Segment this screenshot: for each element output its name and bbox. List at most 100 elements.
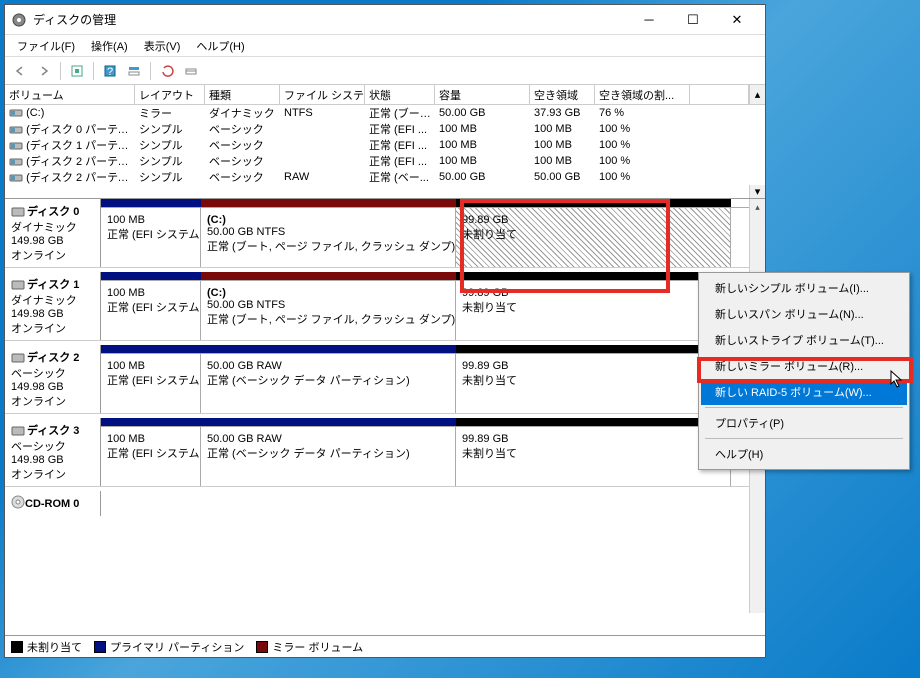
col-status[interactable]: 状態: [365, 85, 435, 104]
graphical-view: ディスク 0 ダイナミック 149.98 GB オンライン100 MB正常 (E…: [5, 199, 765, 635]
volume-layout: シンプル: [135, 169, 205, 185]
col-capacity[interactable]: 容量: [435, 85, 530, 104]
volume-capacity: 50.00 GB: [435, 171, 530, 183]
partition[interactable]: 50.00 GB RAW正常 (ベーシック データ パーティション): [201, 427, 456, 486]
partition[interactable]: 99.89 GB未割り当て: [456, 427, 731, 486]
partition-desc: 正常 (ベーシック データ パーティション): [207, 372, 449, 388]
partition-desc: 未割り当て: [462, 226, 724, 242]
disk-name: ディスク 2: [27, 352, 79, 364]
partition-size: 50.00 GB RAW: [207, 433, 449, 445]
volume-free: 50.00 GB: [530, 171, 595, 183]
disk-icon: [11, 351, 25, 365]
col-free-pct[interactable]: 空き領域の割...: [595, 85, 690, 104]
partition-desc: 正常 (EFI システム /: [107, 226, 194, 242]
partition-desc: 正常 (EFI システム /: [107, 372, 194, 388]
volume-status: 正常 (EFI ...: [365, 137, 435, 153]
partition[interactable]: 99.89 GB未割り当て: [456, 208, 731, 267]
show-hide-button[interactable]: [66, 60, 88, 82]
legend-mirror-swatch: [256, 641, 268, 653]
maximize-button[interactable]: ☐: [671, 6, 715, 34]
volume-status: 正常 (ブート...: [365, 105, 435, 121]
menu-help[interactable]: ヘルプ(H): [188, 36, 252, 56]
menu-new-span-volume[interactable]: 新しいスパン ボリューム(N)...: [701, 301, 907, 327]
disk-info[interactable]: ディスク 1 ダイナミック 149.98 GB オンライン: [5, 272, 101, 340]
view-top-button[interactable]: [123, 60, 145, 82]
back-button[interactable]: [9, 60, 31, 82]
volume-name: (ディスク 2 パーティシ...: [26, 172, 135, 184]
partition[interactable]: (C:)50.00 GB NTFS正常 (ブート, ページ ファイル, クラッシ…: [201, 208, 456, 267]
col-layout[interactable]: レイアウト: [135, 85, 205, 104]
partition-desc: 正常 (ベーシック データ パーティション): [207, 445, 449, 461]
volume-pct: 100 %: [595, 123, 690, 135]
volume-type: ダイナミック: [205, 105, 280, 121]
partition-desc: 正常 (ブート, ページ ファイル, クラッシュ ダンプ): [207, 238, 449, 254]
partition-size: 50.00 GB NTFS: [207, 299, 449, 311]
col-free[interactable]: 空き領域: [530, 85, 595, 104]
disk-row: ディスク 0 ダイナミック 149.98 GB オンライン100 MB正常 (E…: [5, 199, 765, 268]
disk-status: オンライン: [11, 393, 94, 409]
volume-row[interactable]: (ディスク 0 パーティシ... シンプル ベーシック 正常 (EFI ... …: [5, 121, 765, 137]
partition[interactable]: 50.00 GB RAW正常 (ベーシック データ パーティション): [201, 354, 456, 413]
context-menu: 新しいシンプル ボリューム(I)... 新しいスパン ボリューム(N)... 新…: [698, 272, 910, 470]
disk-info[interactable]: ディスク 0 ダイナミック 149.98 GB オンライン: [5, 199, 101, 267]
close-button[interactable]: ✕: [715, 6, 759, 34]
volume-row[interactable]: (ディスク 2 パーティシ... シンプル ベーシック RAW 正常 (ベー..…: [5, 169, 765, 185]
disk-info[interactable]: ディスク 2 ベーシック 149.98 GB オンライン: [5, 345, 101, 413]
volume-pct: 100 %: [595, 139, 690, 151]
partition-desc: 未割り当て: [462, 445, 724, 461]
legend-mirror-label: ミラー ボリューム: [272, 639, 363, 655]
menu-new-stripe-volume[interactable]: 新しいストライプ ボリューム(T)...: [701, 327, 907, 353]
disk-name: ディスク 0: [27, 206, 79, 218]
disk-status: オンライン: [11, 320, 94, 336]
scroll-up-icon[interactable]: ▴: [749, 85, 765, 104]
help-button[interactable]: ?: [99, 60, 121, 82]
volume-status: 正常 (EFI ...: [365, 121, 435, 137]
menu-file[interactable]: ファイル(F): [9, 36, 83, 56]
col-type[interactable]: 種類: [205, 85, 280, 104]
disk-icon: [11, 424, 25, 438]
menu-help[interactable]: ヘルプ(H): [701, 441, 907, 467]
volume-type: ベーシック: [205, 121, 280, 137]
col-filesystem[interactable]: ファイル システム: [280, 85, 365, 104]
partition[interactable]: (C:)50.00 GB NTFS正常 (ブート, ページ ファイル, クラッシ…: [201, 281, 456, 340]
volume-icon: [9, 140, 23, 152]
disk-info[interactable]: ディスク 3 ベーシック 149.98 GB オンライン: [5, 418, 101, 486]
volume-row[interactable]: (ディスク 2 パーティシ... シンプル ベーシック 正常 (EFI ... …: [5, 153, 765, 169]
scroll-down-icon[interactable]: ▾: [749, 185, 765, 198]
menu-properties[interactable]: プロパティ(P): [701, 410, 907, 436]
refresh-button[interactable]: [156, 60, 178, 82]
forward-button[interactable]: [33, 60, 55, 82]
legend-unallocated-swatch: [11, 641, 23, 653]
partition-size: 100 MB: [107, 214, 194, 226]
volume-free: 100 MB: [530, 155, 595, 167]
partition[interactable]: 100 MB正常 (EFI システム /: [101, 281, 201, 340]
partition-size: 99.89 GB: [462, 214, 724, 226]
volume-row[interactable]: (ディスク 1 パーティシ... シンプル ベーシック 正常 (EFI ... …: [5, 137, 765, 153]
partition[interactable]: 100 MB正常 (EFI システム /: [101, 208, 201, 267]
menu-action[interactable]: 操作(A): [83, 36, 136, 56]
partition-size: 50.00 GB NTFS: [207, 226, 449, 238]
volume-layout: シンプル: [135, 153, 205, 169]
cdrom-row[interactable]: CD-ROM 0: [5, 491, 765, 516]
partition-desc: 正常 (EFI システム /: [107, 445, 194, 461]
minimize-button[interactable]: ─: [627, 6, 671, 34]
col-volume[interactable]: ボリューム: [5, 85, 135, 104]
disk-status: オンライン: [11, 247, 94, 263]
partition[interactable]: 100 MB正常 (EFI システム /: [101, 354, 201, 413]
menu-new-raid5-volume[interactable]: 新しい RAID-5 ボリューム(W)...: [701, 379, 907, 405]
volume-list-header: ボリューム レイアウト 種類 ファイル システム 状態 容量 空き領域 空き領域…: [5, 85, 765, 105]
volume-layout: シンプル: [135, 121, 205, 137]
menu-view[interactable]: 表示(V): [136, 36, 189, 56]
volume-row[interactable]: (C:) ミラー ダイナミック NTFS 正常 (ブート... 50.00 GB…: [5, 105, 765, 121]
partition[interactable]: 99.89 GB未割り当て: [456, 354, 731, 413]
rescan-button[interactable]: [180, 60, 202, 82]
menu-new-mirror-volume[interactable]: 新しいミラー ボリューム(R)...: [701, 353, 907, 379]
partition-size: 50.00 GB RAW: [207, 360, 449, 372]
partition[interactable]: 100 MB正常 (EFI システム /: [101, 427, 201, 486]
disk-row: ディスク 2 ベーシック 149.98 GB オンライン100 MB正常 (EF…: [5, 345, 765, 414]
volume-layout: ミラー: [135, 105, 205, 121]
volume-pct: 100 %: [595, 155, 690, 167]
disk-row: ディスク 3 ベーシック 149.98 GB オンライン100 MB正常 (EF…: [5, 418, 765, 487]
partition[interactable]: 99.89 GB未割り当て: [456, 281, 731, 340]
menu-new-simple-volume[interactable]: 新しいシンプル ボリューム(I)...: [701, 275, 907, 301]
